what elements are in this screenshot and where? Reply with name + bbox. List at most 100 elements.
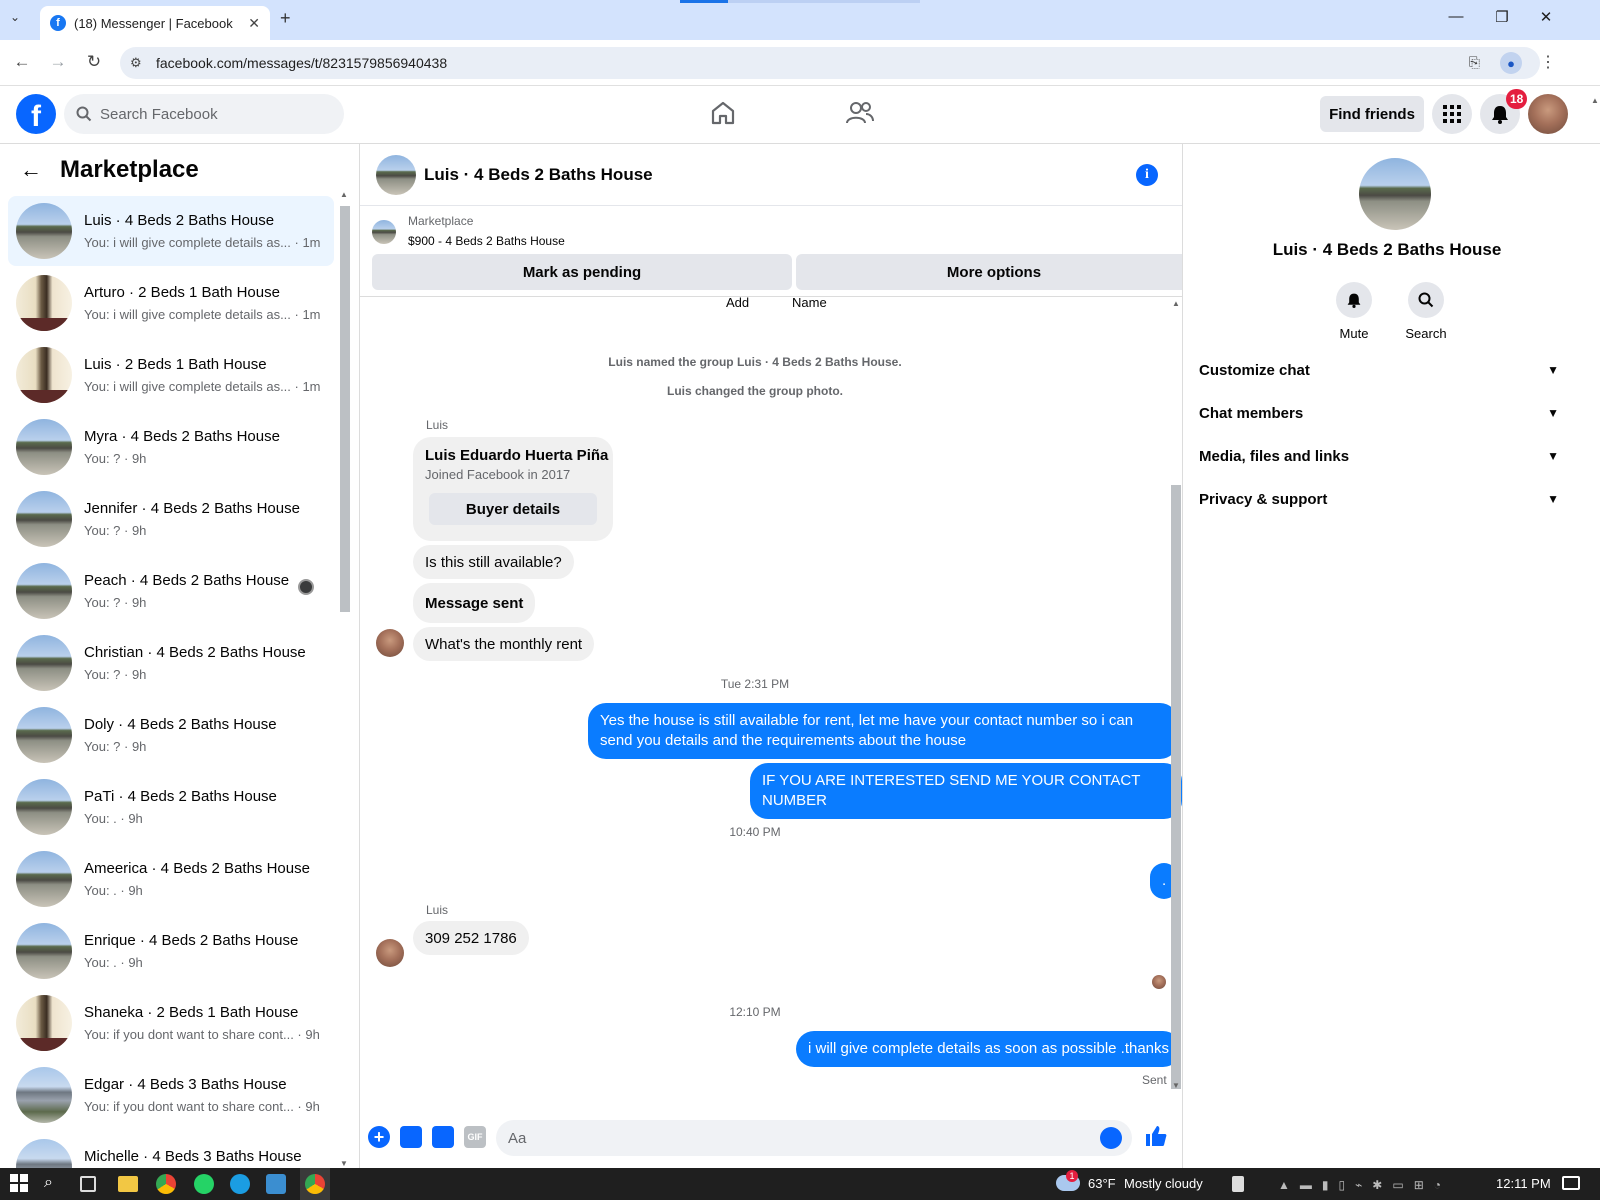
emoji-icon[interactable] (1100, 1127, 1122, 1149)
conversation-item[interactable]: Shaneka · 2 Beds 1 Bath House You: if you… (8, 988, 334, 1058)
install-app-icon[interactable]: ⎘ (1469, 54, 1480, 71)
conversation-preview: You: ? · 9h (84, 523, 147, 538)
info-icon[interactable]: i (1136, 164, 1158, 186)
facebook-logo[interactable]: f (16, 94, 56, 134)
marketplace-listing-banner[interactable]: Marketplace $900 - 4 Beds 2 Baths House (372, 214, 565, 248)
conversation-text: Shaneka · 2 Beds 1 Bath House You: if you… (84, 1004, 320, 1042)
photo-icon[interactable] (400, 1126, 422, 1148)
conversation-item[interactable]: Christian · 4 Beds 2 Baths House You: ? ·… (8, 628, 334, 698)
system-tray-icons[interactable]: ▲▬▮▯⌁✱▭⊞◔ (1278, 1178, 1451, 1192)
media-files-links-section[interactable]: Media, files and links ▼ (1199, 444, 1559, 468)
mute-button[interactable]: Mute (1319, 282, 1389, 341)
scrollbar-thumb[interactable] (1171, 485, 1181, 1089)
back-arrow-icon[interactable]: ← (10, 52, 34, 72)
conversation-item[interactable]: Michelle · 4 Beds 3 Baths HouseYou: if y… (8, 1132, 334, 1168)
chat-avatar[interactable] (376, 154, 416, 195)
more-options-button[interactable]: More options (796, 254, 1192, 290)
conversation-item[interactable]: Enrique · 4 Beds 2 Baths House You: . · 9… (8, 916, 334, 986)
file-explorer-icon[interactable] (118, 1176, 138, 1192)
account-avatar[interactable] (1528, 94, 1568, 134)
mark-as-pending-button[interactable]: Mark as pending (372, 254, 792, 290)
plus-icon[interactable]: + (368, 1126, 390, 1148)
tab-search-chevron-icon[interactable]: ⌄ (10, 10, 20, 24)
address-bar[interactable]: ⚙ facebook.com/messages/t/82315798569404… (120, 47, 1540, 79)
scroll-down-icon[interactable]: ▼ (340, 1159, 348, 1168)
forward-arrow-icon[interactable]: → (46, 52, 70, 72)
sender-avatar[interactable] (376, 629, 404, 657)
reload-icon[interactable]: ↻ (82, 52, 106, 72)
facebook-search-input[interactable]: Search Facebook (64, 94, 344, 134)
clock-time[interactable]: 12:11 PM (1496, 1176, 1551, 1191)
outgoing-message[interactable]: IF YOU ARE INTERESTED SEND ME YOUR CONTA… (750, 763, 1182, 819)
task-view-icon[interactable] (80, 1176, 96, 1192)
weather-description[interactable]: Mostly cloudy (1124, 1176, 1203, 1191)
scroll-up-icon[interactable]: ▲ (1591, 96, 1599, 105)
windows-start-icon[interactable] (10, 1174, 30, 1194)
whatsapp-icon[interactable] (194, 1174, 214, 1194)
group-avatar[interactable] (1359, 158, 1431, 230)
find-friends-button[interactable]: Find friends (1320, 96, 1424, 132)
conversation-item[interactable]: Myra · 4 Beds 2 Baths House You: ? · 9h (8, 412, 334, 482)
message-scrollbar[interactable]: ▲ ▼ (1170, 297, 1182, 1097)
conversation-preview: You: if you dont want to share cont... ·… (84, 1027, 320, 1042)
profile-icon[interactable]: ● (1500, 52, 1522, 74)
sender-avatar[interactable] (376, 939, 404, 967)
customize-chat-section[interactable]: Customize chat ▼ (1199, 358, 1559, 382)
page-scrollbar[interactable]: ▲ (1589, 94, 1600, 1168)
conversation-preview: You: . · 9h (84, 883, 143, 898)
buyer-details-button[interactable]: Buyer details (429, 493, 597, 525)
incoming-message[interactable]: Is this still available? (413, 545, 574, 579)
menu-grid-icon[interactable] (1432, 94, 1472, 134)
notification-center-icon[interactable] (1562, 1176, 1580, 1190)
conversation-avatar (16, 563, 72, 619)
chat-members-section[interactable]: Chat members ▼ (1199, 401, 1559, 425)
outgoing-message[interactable]: Yes the house is still available for ren… (588, 703, 1178, 759)
close-tab-icon[interactable]: ✕ (248, 15, 260, 32)
conversation-item[interactable]: PaTi · 4 Beds 2 Baths House You: . · 9h (8, 772, 334, 842)
conversation-item[interactable]: Arturo · 2 Beds 1 Bath House You: i will … (8, 268, 334, 338)
conversation-item[interactable]: Doly · 4 Beds 2 Baths House You: ? · 9h (8, 700, 334, 770)
conversation-item[interactable]: Jennifer · 4 Beds 2 Baths House You: ? · … (8, 484, 334, 554)
conversation-item[interactable]: Edgar · 4 Beds 3 Baths House You: if you … (8, 1060, 334, 1130)
conversation-item[interactable]: Ameerica · 4 Beds 2 Baths House You: . · … (8, 844, 334, 914)
antivirus-tray-icon[interactable] (1232, 1176, 1244, 1192)
restore-button[interactable]: ❐ (1490, 8, 1514, 26)
conversation-list-scrollbar[interactable]: ▲ ▼ (338, 190, 350, 1168)
new-tab-button[interactable]: + (280, 8, 291, 29)
active-chrome-taskbar-item[interactable] (300, 1168, 330, 1200)
home-icon[interactable] (710, 100, 736, 131)
sticker-icon[interactable] (432, 1126, 454, 1148)
incoming-message[interactable]: What's the monthly rent (413, 627, 595, 661)
friends-icon[interactable] (846, 100, 874, 131)
gif-icon[interactable]: GIF (464, 1126, 486, 1148)
chrome-icon[interactable] (156, 1174, 176, 1194)
back-arrow-icon[interactable]: ← (20, 157, 42, 183)
incoming-message[interactable]: Message sent (413, 583, 536, 623)
outgoing-message[interactable]: i will give complete details as soon as … (796, 1031, 1182, 1067)
scrollbar-thumb[interactable] (340, 206, 350, 612)
site-info-icon[interactable]: ⚙ (130, 55, 142, 71)
chat-title[interactable]: Luis · 4 Beds 2 Baths House (424, 165, 653, 185)
edge-icon[interactable] (230, 1174, 250, 1194)
marketplace-header: ← Marketplace (20, 156, 199, 184)
group-name: Luis · 4 Beds 2 Baths House (1272, 240, 1502, 259)
weather-temperature[interactable]: 63°F (1088, 1176, 1116, 1191)
conversation-item[interactable]: Luis · 2 Beds 1 Bath House You: i will gi… (8, 340, 334, 410)
message-composer: + GIF Aa (360, 1112, 1182, 1168)
conversation-item[interactable]: Luis · 4 Beds 2 Baths House You: i will g… (8, 196, 334, 266)
message-input[interactable]: Aa (496, 1120, 1132, 1156)
scroll-down-icon[interactable]: ▼ (1172, 1081, 1180, 1090)
browser-tab-messenger[interactable]: f (18) Messenger | Facebook ✕ (40, 6, 270, 40)
window-close-button[interactable]: ✕ (1534, 8, 1558, 26)
incoming-message[interactable]: 309 252 1786 (413, 921, 529, 955)
search-icon[interactable]: ⌕ (44, 1174, 64, 1194)
minimize-button[interactable]: — (1444, 8, 1468, 25)
store-icon[interactable] (266, 1174, 286, 1194)
scroll-up-icon[interactable]: ▲ (1172, 299, 1180, 308)
scroll-up-icon[interactable]: ▲ (340, 190, 348, 199)
conversation-item[interactable]: Peach · 4 Beds 2 Baths House You: ? · 9h (8, 556, 334, 626)
privacy-support-section[interactable]: Privacy & support ▼ (1199, 487, 1559, 511)
thumbs-up-icon[interactable] (1144, 1124, 1168, 1153)
browser-menu-icon[interactable]: ⋮ (1540, 52, 1556, 72)
search-in-chat-button[interactable]: Search (1391, 282, 1461, 341)
